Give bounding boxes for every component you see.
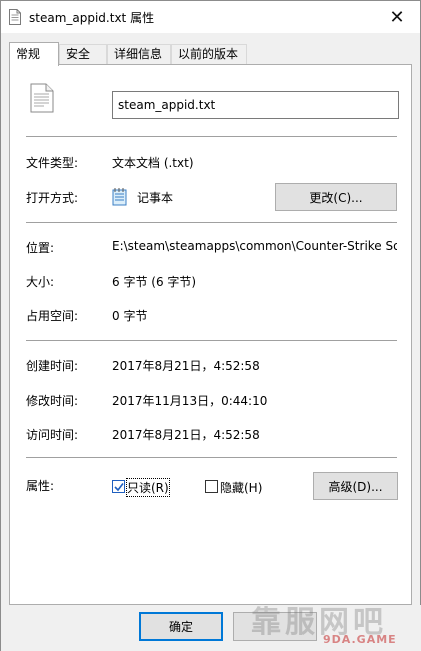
tab-details[interactable]: 详细信息 [107,44,171,65]
title-bar[interactable]: steam_appid.txt 属性 ✕ [1,1,420,33]
size-label: 大小: [26,275,55,289]
readonly-checkbox[interactable] [112,480,125,493]
opens-with-value: 记事本 [137,191,174,205]
attributes-label: 属性: [26,479,55,493]
opens-with-label: 打开方式: [26,191,79,205]
notepad-icon [112,188,127,206]
cancel-button[interactable] [233,612,317,641]
tab-general[interactable]: 常规 [9,42,59,66]
file-type-label: 文件类型: [26,156,79,170]
dialog-footer: 确定 [1,605,421,651]
close-button[interactable]: ✕ [374,1,420,33]
separator [26,222,397,223]
size-on-disk-value: 0 字节 [112,309,148,323]
close-icon: ✕ [389,6,405,28]
separator [26,136,397,137]
modified-label: 修改时间: [26,394,79,408]
tab-previous-versions[interactable]: 以前的版本 [171,44,247,65]
hidden-checkbox[interactable] [205,480,218,493]
advanced-button[interactable]: 高级(D)... [313,472,398,500]
ok-button[interactable]: 确定 [139,612,223,641]
text-file-icon [9,9,21,25]
size-on-disk-label: 占用空间: [26,309,79,323]
location-value: E:\steam\steamapps\common\Counter-Strike… [112,239,397,253]
size-value: 6 字节 (6 字节) [112,275,197,289]
general-panel: 文件类型: 文本文档 (.txt) 打开方式: 记事本 更改(C)... 位置:… [9,64,412,605]
readonly-label[interactable]: 只读(R) [126,478,170,497]
file-type-value: 文本文档 (.txt) [112,156,194,170]
accessed-label: 访问时间: [26,428,79,442]
text-document-icon [30,83,54,113]
separator [26,457,397,458]
change-app-button[interactable]: 更改(C)... [275,183,397,211]
created-value: 2017年8月21日，4:52:58 [112,359,260,373]
tab-security[interactable]: 安全 [59,44,107,65]
location-label: 位置: [26,241,55,255]
modified-value: 2017年11月13日，0:44:10 [112,394,268,408]
properties-window: steam_appid.txt 属性 ✕ 常规 安全 详细信息 以前的版本 文件… [0,0,421,651]
created-label: 创建时间: [26,359,79,373]
filename-input[interactable] [112,91,399,119]
separator [26,340,397,341]
hidden-label[interactable]: 隐藏(H) [220,479,262,496]
accessed-value: 2017年8月21日，4:52:58 [112,428,260,442]
window-title: steam_appid.txt 属性 [29,11,155,25]
checkmark-icon [114,483,124,492]
